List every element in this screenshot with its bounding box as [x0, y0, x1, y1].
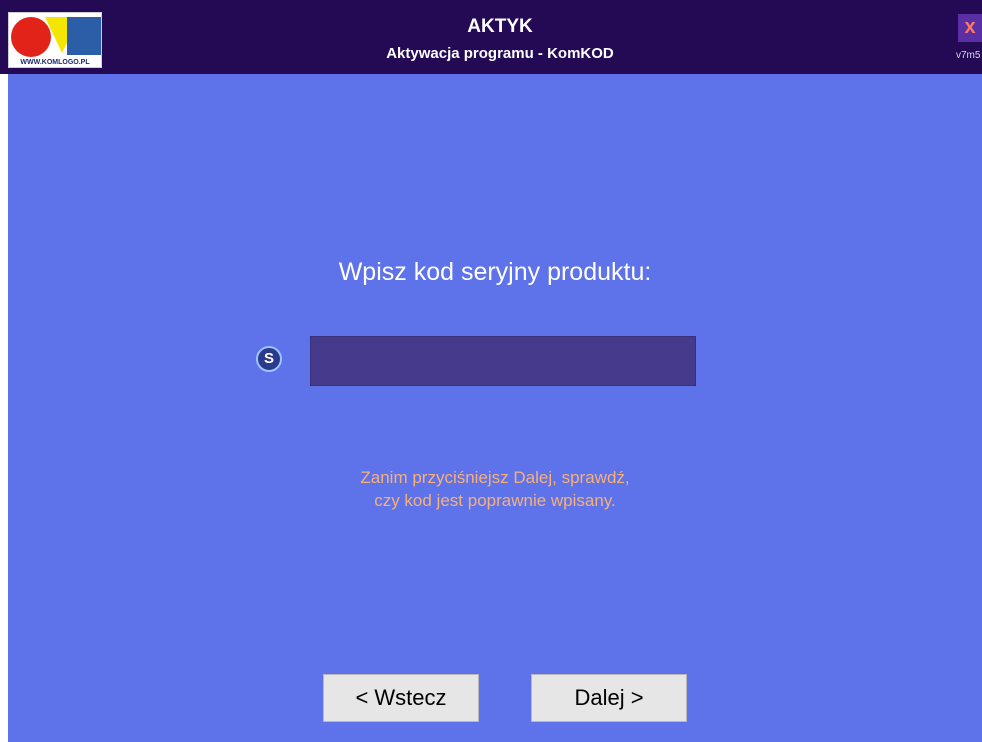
next-button[interactable]: Dalej >	[531, 674, 687, 722]
hint-line-2: czy kod jest poprawnie wpisany.	[374, 491, 616, 510]
hint-line-1: Zanim przyciśniejsz Dalej, sprawdź,	[360, 468, 630, 487]
serial-number-input[interactable]	[310, 336, 696, 386]
komlogo-logo: WWW.KOMLOGO.PL	[8, 12, 102, 68]
activation-window: WWW.KOMLOGO.PL AKTYK Aktywacja programu …	[0, 0, 982, 742]
close-button[interactable]: x	[958, 14, 982, 42]
logo-text: WWW.KOMLOGO.PL	[20, 59, 90, 66]
version-label: v7m5	[956, 50, 981, 61]
serial-s-icon: S	[256, 346, 282, 372]
app-subtitle: Aktywacja programu - KomKOD	[386, 45, 614, 62]
serial-prompt: Wpisz kod seryjny produktu:	[338, 258, 652, 286]
hint-text: Zanim przyciśniejsz Dalej, sprawdź, czy …	[8, 466, 982, 512]
title-bar: WWW.KOMLOGO.PL AKTYK Aktywacja programu …	[0, 0, 982, 74]
app-title: AKTYK	[467, 16, 533, 37]
main-panel	[8, 74, 982, 742]
back-button[interactable]: < Wstecz	[323, 674, 479, 722]
